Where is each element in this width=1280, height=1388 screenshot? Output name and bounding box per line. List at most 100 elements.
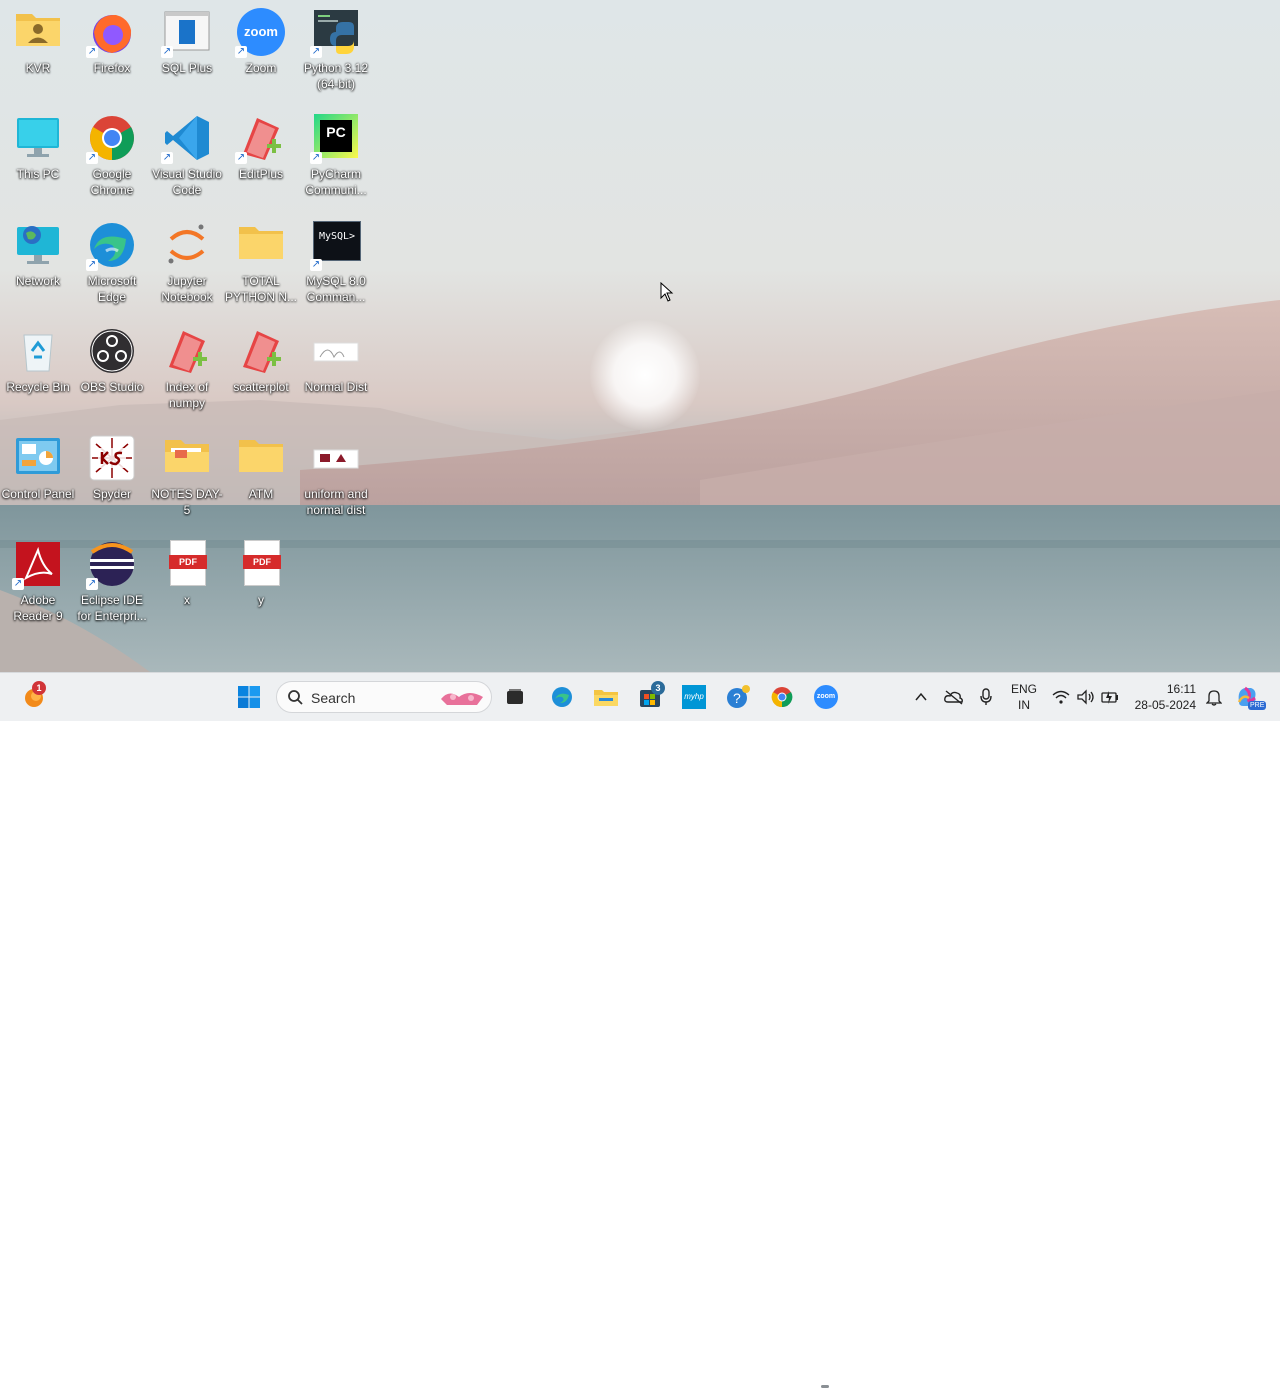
microphone-icon [980,688,992,705]
show-hidden-icons[interactable] [906,681,936,713]
chrome-icon [771,687,793,708]
desktop-icon-vscode[interactable]: ↗ Visual Studio Code [149,110,225,198]
battery-charging-icon [1101,691,1118,704]
python-icon: ↗ [310,8,360,58]
firefox-icon: ↗ [86,8,136,58]
desktop-icon-label: Recycle Bin [6,380,70,394]
desktop-icon-this-pc[interactable]: This PC [0,110,76,182]
desktop-icon-atm[interactable]: ATM [223,430,299,502]
taskbar-chrome[interactable] [766,681,798,713]
svg-text:?: ? [733,690,741,706]
desktop-icon-notes-day-5[interactable]: NOTES DAY-5 [149,430,225,518]
desktop-icon-label: scatterplot [233,380,289,394]
taskbar: 1 Search 3 myhp ? zoom ENG IN 16:11 28-0… [0,672,1280,1388]
desktop-icon-mysql[interactable]: MySQL> ↗ MySQL 8.0 Comman... [298,217,374,305]
taskbar-get-help[interactable]: ? [722,681,754,713]
desktop-icon-label: TOTAL PYTHON N... [224,274,297,304]
desktop-icon-uniform-and-normal-dist[interactable]: uniform and normal dist [298,430,374,518]
editplus-icon: ↗ [235,114,285,164]
desktop-icon-label: ATM [248,487,274,501]
taskbar-zoom[interactable]: zoom [810,681,842,713]
desktop-icon-pycharm[interactable]: PC ↗ PyCharm Communi... [298,110,374,198]
desktop-icon-label: Jupyter Notebook [161,274,213,304]
desktop-icon-label: Microsoft Edge [87,274,137,304]
desktop-icon-python[interactable]: ↗ Python 3.12 (64-bit) [298,4,374,92]
total-python-notes-icon [237,221,285,269]
desktop-icon-label: Index of numpy [165,380,209,410]
desktop-icon-pdf-x[interactable]: PDF x [149,536,225,608]
pdf-y-icon: PDF [237,540,285,588]
search-highlight-icon [441,693,483,705]
pdf-x-icon: PDF [163,540,211,588]
desktop-icon-pdf-y[interactable]: PDF y [223,536,299,608]
desktop-icon-recycle-bin[interactable]: Recycle Bin [0,323,76,395]
desktop-icon-editplus[interactable]: ↗ EditPlus [223,110,299,182]
desktop-icon-edge[interactable]: ↗ Microsoft Edge [74,217,150,305]
volume-icon [1077,689,1094,705]
desktop-icon-control-panel[interactable]: Control Panel [0,430,76,502]
desktop-icon-google-chrome[interactable]: ↗ Google Chrome [74,110,150,198]
scatterplot-icon [237,327,285,375]
adobe-reader-icon: ↗ [12,540,62,590]
search-box[interactable]: Search [276,681,492,713]
desktop-icon-total-python-notes[interactable]: TOTAL PYTHON N... [223,217,299,305]
desktop-icon-obs-studio[interactable]: OBS Studio [74,323,150,395]
copilot-button[interactable]: PRE [1232,681,1267,713]
bell-icon [1206,690,1222,706]
quick-settings-button[interactable] [1046,681,1126,713]
desktop-icon-adobe-reader[interactable]: ↗ Adobe Reader 9 [0,536,76,624]
zoom-icon: zoom ↗ [235,8,285,58]
taskbar-myhp[interactable]: myhp [678,681,710,713]
desktop-icon-eclipse-ide[interactable]: ↗ Eclipse IDE for Enterpri... [74,536,150,624]
shortcut-arrow-icon: ↗ [86,46,98,58]
control-panel-icon [14,434,62,482]
desktop-icon-label: This PC [16,167,60,181]
desktop-icon-label: Zoom [245,61,277,75]
desktop-icon-normal-dist[interactable]: Normal Dist [298,323,374,395]
shortcut-arrow-icon: ↗ [310,259,322,271]
taskbar-store[interactable]: 3 [634,681,666,713]
recycle-bin-icon [14,327,62,375]
desktop-icon-label: Eclipse IDE for Enterpri... [77,593,147,623]
cloud-off-icon [944,690,963,705]
chevron-up-icon [915,692,927,701]
this-pc-icon [14,114,62,162]
desktop-icon-jupyter[interactable]: Jupyter Notebook [149,217,225,305]
edge-icon: ↗ [86,221,136,271]
notification-badge: 1 [32,681,46,695]
desktop-icon-network[interactable]: Network [0,217,76,289]
notifications-button[interactable] [1198,681,1230,713]
desktop-icon-firefox[interactable]: ↗ Firefox [74,4,150,76]
eclipse-ide-icon: ↗ [86,540,136,590]
shortcut-arrow-icon: ↗ [310,46,322,58]
network-icon [14,221,62,269]
desktop-icon-label: uniform and normal dist [304,487,368,517]
search-icon [288,690,303,705]
taskbar-edge[interactable] [546,681,578,713]
mouse-cursor [660,281,674,307]
microphone-button[interactable] [970,681,1002,713]
desktop-icon-label: Normal Dist [304,380,368,394]
shortcut-arrow-icon: ↗ [12,578,24,590]
desktop-icon-label: Python 3.12 (64-bit) [303,61,369,91]
language-indicator[interactable]: ENG IN [1004,681,1044,713]
normal-dist-icon [312,327,360,375]
start-button[interactable] [233,681,265,713]
onedrive-button[interactable] [938,681,970,713]
shortcut-arrow-icon: ↗ [235,46,247,58]
weather-widget[interactable]: 1 [18,681,50,713]
taskbar-file-explorer[interactable] [590,681,622,713]
search-placeholder: Search [311,690,356,706]
desktop-icon-sql-plus[interactable]: ↗ SQL Plus [149,4,225,76]
folder-icon [594,690,618,706]
pycharm-icon: PC ↗ [310,114,360,164]
desktop-icon-index-of-numpy[interactable]: Index of numpy [149,323,225,411]
desktop-icon-spyder[interactable]: Spyder [74,430,150,502]
desktop-icon-label: Control Panel [1,487,75,501]
desktop-icon-label: MySQL 8.0 Comman... [306,274,366,304]
desktop-icon-zoom[interactable]: zoom ↗ Zoom [223,4,299,76]
desktop-icon-scatterplot[interactable]: scatterplot [223,323,299,395]
obs-studio-icon [88,327,136,375]
taskbar-task-view[interactable] [499,681,531,713]
desktop-icon-kvr[interactable]: KVR [0,4,76,76]
